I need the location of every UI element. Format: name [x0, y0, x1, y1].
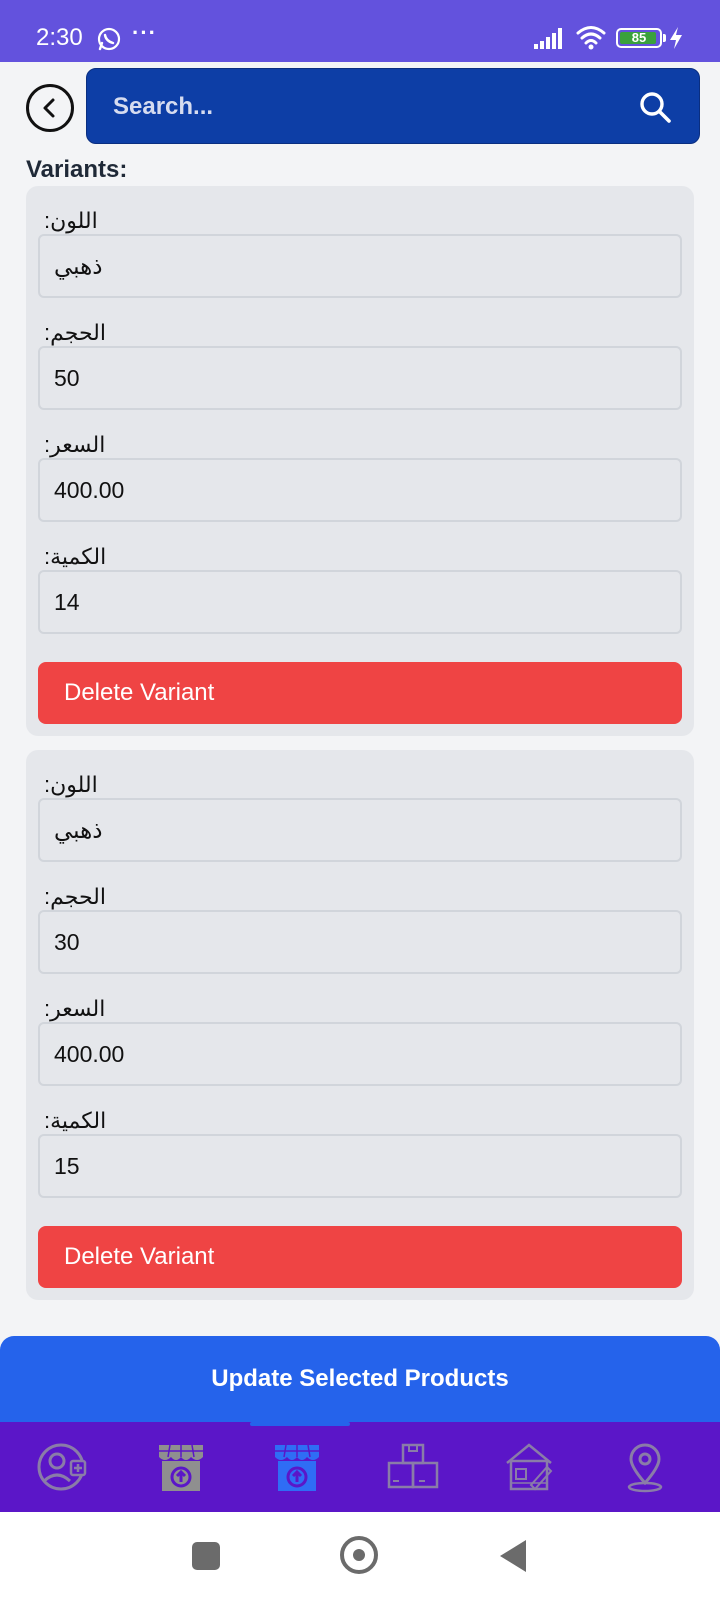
nav-add-user[interactable]	[28, 1432, 98, 1502]
color-input[interactable]: ذهبي	[38, 234, 682, 298]
boxes-icon	[387, 1443, 439, 1489]
house-plan-icon	[506, 1443, 553, 1491]
price-input[interactable]: 400.00	[38, 458, 682, 522]
more-notifications-icon: ···	[132, 20, 157, 45]
update-selected-products-button[interactable]: Update Selected Products	[0, 1336, 720, 1422]
variant-card: اللون: ذهبي الحجم: 50 السعر: 400.00 الكم…	[26, 186, 694, 736]
quantity-label: الكمية:	[44, 544, 107, 569]
color-input[interactable]: ذهبي	[38, 798, 682, 862]
color-label: اللون:	[44, 208, 98, 233]
variant-card: اللون: ذهبي الحجم: 30 السعر: 400.00 الكم…	[26, 750, 694, 1300]
search-input[interactable]	[113, 83, 593, 131]
charging-icon	[670, 27, 682, 49]
status-bar: 2:30 ··· 85	[0, 0, 720, 62]
back-button[interactable]	[26, 84, 74, 132]
size-label: الحجم:	[44, 884, 106, 909]
battery-level: 85	[631, 30, 647, 45]
status-time: 2:30	[36, 24, 83, 51]
quantity-input[interactable]: 15	[38, 1134, 682, 1198]
signal-icon	[534, 28, 562, 49]
battery-icon: 85	[616, 28, 662, 48]
search-icon[interactable]	[637, 89, 673, 125]
nav-store-upload-active[interactable]	[262, 1432, 332, 1502]
size-label: الحجم:	[44, 320, 106, 345]
nav-boxes[interactable]	[378, 1432, 448, 1502]
system-navigation-bar	[0, 1512, 720, 1600]
chevron-left-icon	[43, 98, 55, 118]
add-user-icon	[37, 1443, 87, 1491]
variants-title: Variants:	[26, 156, 128, 183]
nav-location[interactable]	[610, 1432, 680, 1502]
price-label: السعر:	[44, 996, 106, 1021]
price-label: السعر:	[44, 432, 106, 457]
system-back-button[interactable]	[500, 1540, 526, 1572]
header	[0, 62, 720, 152]
delete-variant-button[interactable]: Delete Variant	[38, 1226, 682, 1288]
delete-variant-button[interactable]: Delete Variant	[38, 662, 682, 724]
quantity-label: الكمية:	[44, 1108, 107, 1133]
recents-button[interactable]	[192, 1542, 220, 1570]
store-upload-icon	[159, 1444, 203, 1491]
whatsapp-icon	[97, 27, 121, 51]
bottom-nav	[0, 1422, 720, 1512]
quantity-input[interactable]: 14	[38, 570, 682, 634]
price-input[interactable]: 400.00	[38, 1022, 682, 1086]
wifi-icon	[576, 26, 606, 50]
location-pin-icon	[627, 1443, 663, 1493]
nav-house-plan[interactable]	[494, 1432, 564, 1502]
color-label: اللون:	[44, 772, 98, 797]
nav-store-upload[interactable]	[146, 1432, 216, 1502]
search-bar	[86, 68, 700, 144]
active-tab-indicator	[250, 1422, 350, 1426]
store-upload-icon	[275, 1444, 319, 1491]
size-input[interactable]: 30	[38, 910, 682, 974]
home-button[interactable]	[340, 1536, 378, 1574]
size-input[interactable]: 50	[38, 346, 682, 410]
